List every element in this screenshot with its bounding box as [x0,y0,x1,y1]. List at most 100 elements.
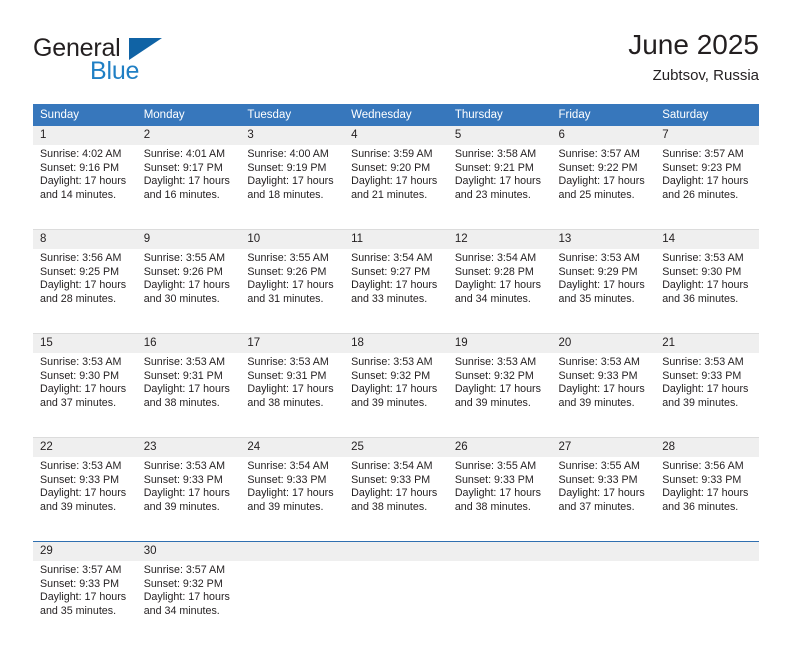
day-sun-info: Sunrise: 3:53 AMSunset: 9:33 PMDaylight:… [137,457,241,541]
day-daylight1-text: Daylight: 17 hours [40,383,131,397]
day-sun-info: Sunrise: 3:57 AMSunset: 9:32 PMDaylight:… [137,561,241,645]
day-sunrise-text: Sunrise: 4:02 AM [40,148,131,162]
calendar-day-cell[interactable]: 15Sunrise: 3:53 AMSunset: 9:30 PMDayligh… [33,334,137,438]
day-daylight1-text: Daylight: 17 hours [144,175,235,189]
day-number-band-empty [344,542,448,561]
day-sunrise-text: Sunrise: 3:53 AM [247,356,338,370]
day-sun-info: Sunrise: 3:55 AMSunset: 9:26 PMDaylight:… [240,249,344,333]
calendar-day-cell[interactable]: 23Sunrise: 3:53 AMSunset: 9:33 PMDayligh… [137,438,241,542]
calendar-day-cell[interactable]: 1 Sunrise: 4:02 AMSunset: 9:16 PMDaylight… [33,126,137,230]
day-sunset-text: Sunset: 9:19 PM [247,162,338,176]
day-sun-info: Sunrise: 3:53 AMSunset: 9:29 PMDaylight:… [552,249,656,333]
calendar-day-cell[interactable]: 16Sunrise: 3:53 AMSunset: 9:31 PMDayligh… [137,334,241,438]
day-daylight2-text: and 39 minutes. [247,501,338,515]
day-daylight2-text: and 30 minutes. [144,293,235,307]
day-sunrise-text: Sunrise: 3:53 AM [559,252,650,266]
day-daylight1-text: Daylight: 17 hours [144,383,235,397]
calendar-day-cell[interactable]: 13Sunrise: 3:53 AMSunset: 9:29 PMDayligh… [552,230,656,334]
day-sun-info: Sunrise: 3:54 AMSunset: 9:33 PMDaylight:… [344,457,448,541]
day-number: 5 [448,126,552,145]
brand-logo[interactable]: General Blue [33,28,263,90]
day-number: 22 [33,438,137,457]
day-sunset-text: Sunset: 9:31 PM [247,370,338,384]
day-daylight2-text: and 18 minutes. [247,189,338,203]
day-daylight1-text: Daylight: 17 hours [455,383,546,397]
day-cell-body-empty [240,561,344,645]
calendar-day-cell[interactable]: 4Sunrise: 3:59 AMSunset: 9:20 PMDaylight… [344,126,448,230]
day-number: 1 [33,126,137,145]
calendar-day-cell[interactable]: 7Sunrise: 3:57 AMSunset: 9:23 PMDaylight… [655,126,759,230]
calendar-day-cell-empty [448,542,552,645]
day-number: 8 [33,230,137,249]
calendar-day-cell[interactable]: 29Sunrise: 3:57 AMSunset: 9:33 PMDayligh… [33,542,137,645]
day-daylight2-text: and 38 minutes. [247,397,338,411]
day-sunrise-text: Sunrise: 3:56 AM [40,252,131,266]
calendar-day-cell[interactable]: 30Sunrise: 3:57 AMSunset: 9:32 PMDayligh… [137,542,241,645]
day-daylight2-text: and 36 minutes. [662,293,753,307]
calendar-day-cell[interactable]: 22Sunrise: 3:53 AMSunset: 9:33 PMDayligh… [33,438,137,542]
calendar-day-cell[interactable]: 12Sunrise: 3:54 AMSunset: 9:28 PMDayligh… [448,230,552,334]
calendar-day-cell[interactable]: 25Sunrise: 3:54 AMSunset: 9:33 PMDayligh… [344,438,448,542]
day-sunrise-text: Sunrise: 3:59 AM [351,148,442,162]
day-daylight1-text: Daylight: 17 hours [40,175,131,189]
calendar-day-cell[interactable]: 20Sunrise: 3:53 AMSunset: 9:33 PMDayligh… [552,334,656,438]
day-daylight1-text: Daylight: 17 hours [455,487,546,501]
day-daylight1-text: Daylight: 17 hours [351,279,442,293]
day-sun-info: Sunrise: 3:53 AMSunset: 9:30 PMDaylight:… [655,249,759,333]
calendar-day-cell[interactable]: 27Sunrise: 3:55 AMSunset: 9:33 PMDayligh… [552,438,656,542]
day-sunrise-text: Sunrise: 3:53 AM [559,356,650,370]
day-daylight1-text: Daylight: 17 hours [247,279,338,293]
calendar-day-cell[interactable]: 8Sunrise: 3:56 AMSunset: 9:25 PMDaylight… [33,230,137,334]
day-sunset-text: Sunset: 9:20 PM [351,162,442,176]
day-sun-info: Sunrise: 3:56 AMSunset: 9:33 PMDaylight:… [655,457,759,541]
day-sunrise-text: Sunrise: 3:57 AM [662,148,753,162]
day-sunset-text: Sunset: 9:32 PM [144,578,235,592]
calendar-day-cell[interactable]: 10Sunrise: 3:55 AMSunset: 9:26 PMDayligh… [240,230,344,334]
day-daylight1-text: Daylight: 17 hours [144,279,235,293]
day-daylight2-text: and 36 minutes. [662,501,753,515]
calendar-day-cell[interactable]: 5Sunrise: 3:58 AMSunset: 9:21 PMDaylight… [448,126,552,230]
calendar-day-cell[interactable]: 11Sunrise: 3:54 AMSunset: 9:27 PMDayligh… [344,230,448,334]
day-number: 3 [240,126,344,145]
calendar-day-cell[interactable]: 18Sunrise: 3:53 AMSunset: 9:32 PMDayligh… [344,334,448,438]
day-number: 10 [240,230,344,249]
calendar-week-row: 29Sunrise: 3:57 AMSunset: 9:33 PMDayligh… [33,542,759,645]
day-number: 15 [33,334,137,353]
calendar-day-cell[interactable]: 17Sunrise: 3:53 AMSunset: 9:31 PMDayligh… [240,334,344,438]
day-number: 14 [655,230,759,249]
day-number-band-empty [655,542,759,561]
calendar-day-cell[interactable]: 24Sunrise: 3:54 AMSunset: 9:33 PMDayligh… [240,438,344,542]
day-number: 2 [137,126,241,145]
day-sunset-text: Sunset: 9:32 PM [351,370,442,384]
day-number: 21 [655,334,759,353]
calendar-day-cell[interactable]: 6Sunrise: 3:57 AMSunset: 9:22 PMDaylight… [552,126,656,230]
day-sunset-text: Sunset: 9:33 PM [559,370,650,384]
calendar-day-cell[interactable]: 2Sunrise: 4:01 AMSunset: 9:17 PMDaylight… [137,126,241,230]
day-daylight1-text: Daylight: 17 hours [40,279,131,293]
calendar-day-cell[interactable]: 9Sunrise: 3:55 AMSunset: 9:26 PMDaylight… [137,230,241,334]
day-sun-info: Sunrise: 3:53 AMSunset: 9:33 PMDaylight:… [655,353,759,437]
day-sunset-text: Sunset: 9:33 PM [455,474,546,488]
calendar-day-cell[interactable]: 26Sunrise: 3:55 AMSunset: 9:33 PMDayligh… [448,438,552,542]
day-sun-info: Sunrise: 3:55 AMSunset: 9:26 PMDaylight:… [137,249,241,333]
calendar-page: General Blue June 2025 Zubtsov, Russia S… [0,0,792,612]
day-sun-info: Sunrise: 3:53 AMSunset: 9:30 PMDaylight:… [33,353,137,437]
day-cell-body-empty [448,561,552,645]
day-daylight2-text: and 37 minutes. [40,397,131,411]
calendar-day-cell[interactable]: 19Sunrise: 3:53 AMSunset: 9:32 PMDayligh… [448,334,552,438]
day-sunrise-text: Sunrise: 3:53 AM [40,460,131,474]
day-number: 9 [137,230,241,249]
day-daylight1-text: Daylight: 17 hours [559,279,650,293]
day-sun-info: Sunrise: 4:01 AMSunset: 9:17 PMDaylight:… [137,145,241,229]
day-daylight2-text: and 34 minutes. [455,293,546,307]
day-number: 20 [552,334,656,353]
calendar-day-cell[interactable]: 21Sunrise: 3:53 AMSunset: 9:33 PMDayligh… [655,334,759,438]
day-daylight1-text: Daylight: 17 hours [455,175,546,189]
calendar-day-cell[interactable]: 28Sunrise: 3:56 AMSunset: 9:33 PMDayligh… [655,438,759,542]
day-sunset-text: Sunset: 9:21 PM [455,162,546,176]
calendar-day-cell[interactable]: 3Sunrise: 4:00 AMSunset: 9:19 PMDaylight… [240,126,344,230]
calendar-day-cell[interactable]: 14Sunrise: 3:53 AMSunset: 9:30 PMDayligh… [655,230,759,334]
day-sunset-text: Sunset: 9:16 PM [40,162,131,176]
day-daylight2-text: and 35 minutes. [559,293,650,307]
day-sun-info: Sunrise: 3:53 AMSunset: 9:31 PMDaylight:… [240,353,344,437]
